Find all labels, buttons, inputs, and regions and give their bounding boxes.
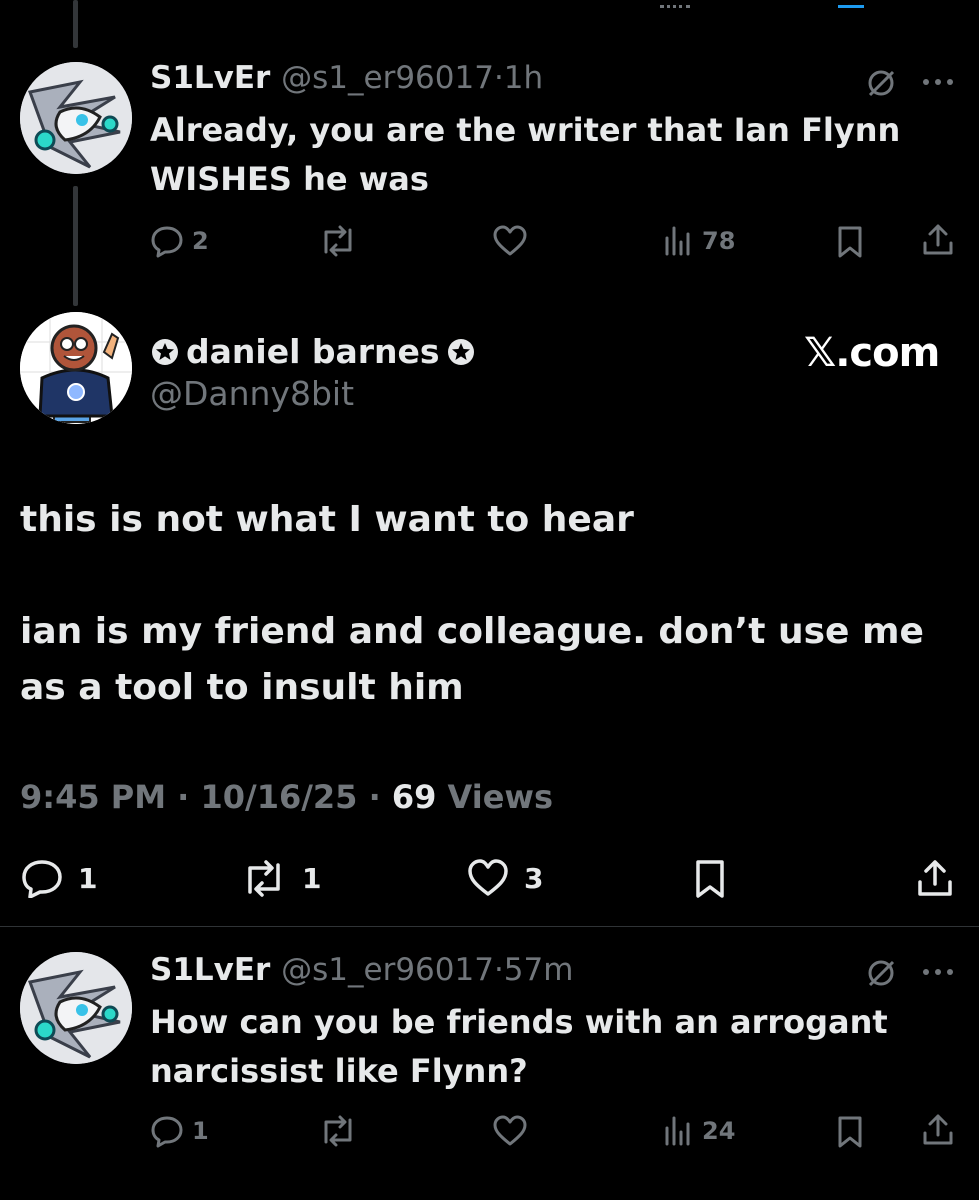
display-name: daniel barnes xyxy=(186,332,440,371)
like-button[interactable]: 3 xyxy=(466,858,543,898)
separator: · xyxy=(493,60,504,96)
share-icon xyxy=(923,1114,953,1145)
silver-hedgehog-avatar-art xyxy=(20,62,132,174)
reply-icon xyxy=(22,860,62,898)
retweet-icon xyxy=(248,860,280,897)
reply-header: S1LvEr @s1_er96017·57m xyxy=(150,952,573,988)
share-button[interactable] xyxy=(920,222,956,258)
avatar[interactable] xyxy=(20,312,132,424)
display-name[interactable]: S1LvEr xyxy=(150,60,270,96)
post-timestamp[interactable]: 9:45 PM · 10/16/25 · xyxy=(20,778,392,816)
user-handle[interactable]: @s1_er96017 xyxy=(281,60,494,96)
bookmark-button[interactable] xyxy=(690,858,730,900)
tweet-paragraph: this is not what I want to hear xyxy=(20,499,634,540)
bookmark-button[interactable] xyxy=(832,1114,868,1150)
views-label: Views xyxy=(436,778,554,816)
like-count: 3 xyxy=(524,861,544,895)
reply-count: 2 xyxy=(192,227,209,255)
heart-icon xyxy=(468,859,508,896)
views-button[interactable]: 78 xyxy=(664,224,735,258)
star-badge-icon xyxy=(447,338,474,365)
views-count: 78 xyxy=(702,227,736,255)
reply-text: How can you be friends with an arrogant … xyxy=(150,998,888,1096)
like-button[interactable] xyxy=(492,1114,528,1148)
previous-tweet-actions-cutoff xyxy=(0,0,979,8)
views-count: 24 xyxy=(702,1117,736,1145)
silver-hedgehog-avatar-art xyxy=(20,952,132,1064)
retweet-icon xyxy=(324,1115,352,1147)
grok-icon[interactable] xyxy=(864,66,898,100)
share-icon xyxy=(923,224,953,255)
author-name-row[interactable]: daniel barnes xyxy=(150,332,476,371)
reply-header: S1LvEr @s1_er96017·1h xyxy=(150,60,543,96)
share-icon xyxy=(918,860,952,896)
retweet-icon xyxy=(324,225,352,257)
divider xyxy=(0,926,979,927)
views-icon-cutoff xyxy=(660,0,690,8)
tweet-metadata: 9:45 PM · 10/16/25 · 69 Views xyxy=(20,778,553,816)
heart-icon xyxy=(493,225,527,256)
timestamp[interactable]: 1h xyxy=(504,60,543,96)
separator: · xyxy=(493,952,504,988)
retweet-count: 1 xyxy=(302,861,322,895)
views-icon xyxy=(665,226,690,256)
views-icon xyxy=(665,1116,690,1146)
bookmark-button[interactable] xyxy=(832,224,868,260)
avatar[interactable] xyxy=(20,952,132,1064)
more-options-icon[interactable] xyxy=(918,70,958,94)
retweet-button[interactable]: 1 xyxy=(240,858,321,898)
daniel-barnes-avatar-art xyxy=(20,312,132,424)
user-handle[interactable]: @s1_er96017 xyxy=(281,952,494,988)
views-count: 69 xyxy=(391,778,437,816)
reply-text-line: narcissist like Flynn? xyxy=(150,1052,528,1090)
star-badge-icon xyxy=(152,338,178,365)
bookmark-icon xyxy=(696,860,724,898)
reply-button[interactable]: 2 xyxy=(150,224,209,258)
thread-line xyxy=(73,0,78,48)
share-button[interactable] xyxy=(920,1112,956,1148)
reply-text-line: How can you be friends with an arrogant xyxy=(150,1003,888,1041)
grok-icon[interactable] xyxy=(864,956,898,990)
reply-text: Already, you are the writer that Ian Fly… xyxy=(150,106,900,204)
retweet-button[interactable] xyxy=(318,1114,358,1148)
display-name[interactable]: S1LvEr xyxy=(150,952,270,988)
heart-icon xyxy=(493,1115,527,1146)
bookmark-icon xyxy=(838,1116,862,1148)
x-com-watermark: 𝕏.com xyxy=(804,330,940,376)
timestamp[interactable]: 57m xyxy=(504,952,574,988)
reply-count: 1 xyxy=(78,861,98,895)
bookmark-icon xyxy=(838,226,862,258)
user-handle[interactable]: @Danny8bit xyxy=(150,374,354,413)
reply-button[interactable]: 1 xyxy=(150,1114,209,1148)
tweet-paragraph-line: as a tool to insult him xyxy=(20,667,464,708)
tweet-paragraph-line: ian is my friend and colleague. don’t us… xyxy=(20,611,924,652)
reply-count: 1 xyxy=(192,1117,209,1145)
share-button[interactable] xyxy=(914,856,956,900)
views-button[interactable]: 24 xyxy=(664,1114,735,1148)
reply-icon xyxy=(151,226,183,258)
tweet-body: this is not what I want to hear ian is m… xyxy=(20,492,960,716)
reply-button[interactable]: 1 xyxy=(20,858,97,898)
reply-text-line: Already, you are the writer that Ian Fly… xyxy=(150,111,901,149)
more-options-icon[interactable] xyxy=(918,960,958,984)
like-button[interactable] xyxy=(492,224,528,258)
reply-text-line: WISHES he was xyxy=(150,160,429,198)
reply-icon xyxy=(151,1116,183,1148)
bookmark-icon-cutoff xyxy=(838,0,864,8)
retweet-button[interactable] xyxy=(318,224,358,258)
avatar[interactable] xyxy=(20,62,132,174)
thread-line xyxy=(73,186,78,306)
